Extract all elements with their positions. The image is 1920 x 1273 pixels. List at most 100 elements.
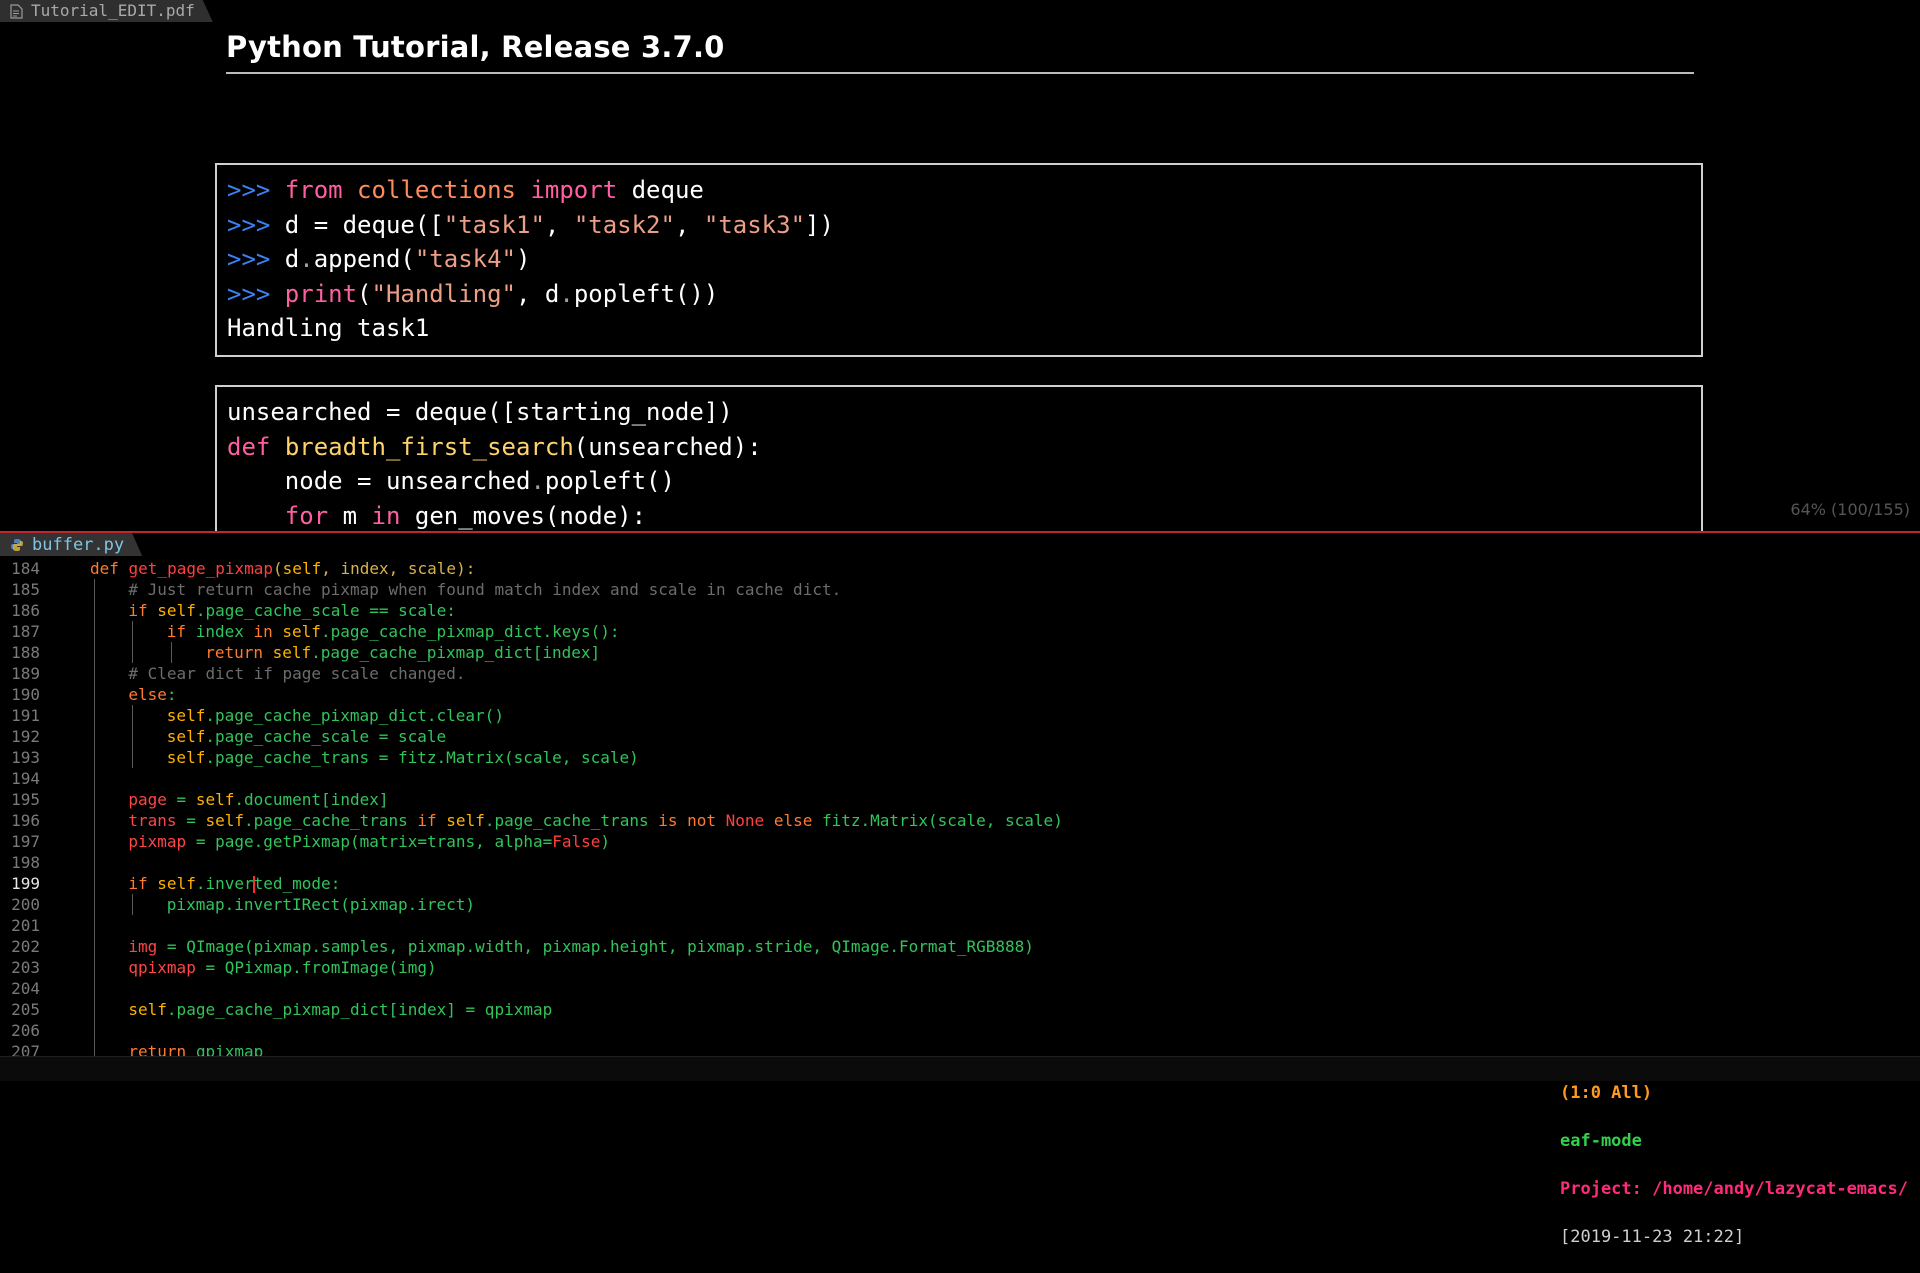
line-number: 188 (11, 643, 40, 662)
editor-line[interactable]: 190 else: (0, 684, 1920, 705)
code-token: self (195, 790, 235, 809)
code-token: = (176, 811, 206, 830)
tab-buffer-py[interactable]: buffer.py (0, 533, 142, 556)
code-line: Handling task1 (227, 311, 1691, 346)
editor-line[interactable]: 202 img = QImage(pixmap.samples, pixmap.w… (0, 936, 1920, 957)
code-token: return (128, 1042, 196, 1056)
code-token: self (128, 1000, 167, 1019)
editor-line[interactable]: 187 if index in self.page_cache_pixmap_di… (0, 621, 1920, 642)
indent-guide (94, 621, 95, 642)
editor-line[interactable]: 199 if self.inverted_mode: (0, 873, 1920, 894)
code-token: ) (600, 832, 611, 851)
code-token: .page_cache_pixmap_dict.clear() (205, 706, 504, 725)
line-text: def get_page_pixmap(self, index, scale): (90, 558, 475, 579)
mode-line: (1:0 All) eaf-mode Project: /home/andy/l… (0, 1056, 1920, 1247)
indent-guide (94, 894, 95, 915)
indent-guide (94, 726, 95, 747)
code-token: if (166, 622, 196, 641)
code-token: .page_cache_pixmap_dict[index] (311, 643, 601, 662)
code-token: , (544, 210, 574, 239)
code-token: ) (516, 245, 531, 273)
line-text: self.page_cache_scale = scale (167, 726, 446, 747)
line-text: self.page_cache_pixmap_dict.clear() (167, 705, 504, 726)
line-number: 204 (11, 979, 40, 998)
document-icon (10, 4, 23, 19)
pdf-viewer-pane[interactable]: Tutorial_EDIT.pdf Python Tutorial, Relea… (0, 0, 1920, 532)
code-token: append( (313, 245, 415, 273)
editor-line[interactable]: 184 def get_page_pixmap(self, index, scal… (0, 558, 1920, 579)
code-token: ( (357, 279, 372, 308)
cursor-position: (1:0 All) (1560, 1083, 1653, 1103)
editor-line[interactable]: 205 self.page_cache_pixmap_dict[index] = … (0, 999, 1920, 1020)
line-number: 197 (11, 832, 40, 851)
code-token: print (284, 279, 358, 308)
code-token: . (559, 279, 574, 308)
indent-guide (132, 747, 134, 768)
indent-guide (132, 705, 134, 726)
editor-line[interactable]: 189 # Clear dict if page scale changed. (0, 663, 1920, 684)
indent-guide (94, 1020, 95, 1041)
code-token: in (253, 622, 283, 641)
editor-line[interactable]: 201 (0, 915, 1920, 936)
line-text: # Just return cache pixmap when found ma… (128, 579, 841, 600)
editor-line[interactable]: 194 (0, 768, 1920, 789)
editor-line[interactable]: 200 pixmap.invertIRect(pixmap.irect) (0, 894, 1920, 915)
code-token: get_page_pixmap (128, 559, 274, 578)
editor-line[interactable]: 195 page = self.document[index] (0, 789, 1920, 810)
line-number: 201 (11, 916, 40, 935)
code-token: = page.getPixmap(matrix=trans, alpha= (186, 832, 553, 851)
indent-guide (94, 936, 95, 957)
line-text: self.page_cache_pixmap_dict[index] = qpi… (128, 999, 552, 1020)
line-text: else: (128, 684, 176, 705)
editor-line[interactable]: 191 self.page_cache_pixmap_dict.clear() (0, 705, 1920, 726)
code-token: self (282, 622, 321, 641)
indent-guide (94, 873, 95, 894)
source-code[interactable]: 184 def get_page_pixmap(self, index, scal… (0, 558, 1920, 1056)
code-line: >>> from collections import deque (227, 173, 1691, 208)
indent-guide (94, 789, 95, 810)
indent-guide (170, 642, 172, 663)
indent-guide (94, 663, 95, 684)
editor-line[interactable]: 207 return qpixmap (0, 1041, 1920, 1056)
code-token: # Just return cache pixmap when found ma… (128, 580, 842, 599)
line-text: if index in self.page_cache_pixmap_dict.… (167, 621, 620, 642)
indent-guide (94, 852, 95, 873)
editor-line[interactable]: 185 # Just return cache pixmap when found… (0, 579, 1920, 600)
indent-guide (94, 831, 95, 852)
code-token: gen_moves(node): (400, 501, 647, 530)
clock: [2019-11-23 21:22] (1560, 1227, 1745, 1247)
editor-line[interactable]: 193 self.page_cache_trans = fitz.Matrix(s… (0, 747, 1920, 768)
editor-line[interactable]: 192 self.page_cache_scale = scale (0, 726, 1920, 747)
editor-line[interactable]: 186 if self.page_cache_scale == scale: (0, 600, 1920, 621)
indent-guide (94, 768, 95, 789)
code-token: index (195, 622, 254, 641)
code-token: unsearched = deque([starting_node]) (227, 398, 733, 426)
tab-pdf[interactable]: Tutorial_EDIT.pdf (0, 0, 213, 22)
tab-pdf-label: Tutorial_EDIT.pdf (31, 1, 195, 20)
code-token: def (227, 432, 271, 461)
line-number: 199 (11, 874, 40, 893)
code-token: deque (617, 176, 704, 204)
code-token: "task3" (703, 210, 806, 239)
indent-guide (94, 684, 95, 705)
editor-line[interactable]: 204 (0, 978, 1920, 999)
major-mode: eaf-mode (1560, 1131, 1642, 1151)
line-number: 191 (11, 706, 40, 725)
editor-line[interactable]: 197 pixmap = page.getPixmap(matrix=trans,… (0, 831, 1920, 852)
line-number: 192 (11, 727, 40, 746)
code-token: self (157, 601, 196, 620)
editor-line[interactable]: 196 trans = self.page_cache_trans if self… (0, 810, 1920, 831)
code-token: self (157, 874, 196, 893)
code-token: = QPixmap.fromImage(img) (195, 958, 437, 977)
line-number: 193 (11, 748, 40, 767)
code-editor-pane[interactable]: buffer.py 184 def get_page_pixmap(self, i… (0, 533, 1920, 1056)
editor-line[interactable]: 206 (0, 1020, 1920, 1041)
editor-line[interactable]: 203 qpixmap = QPixmap.fromImage(img) (0, 957, 1920, 978)
editor-line[interactable]: 188 return self.page_cache_pixmap_dict[in… (0, 642, 1920, 663)
editor-line[interactable]: 198 (0, 852, 1920, 873)
code-token: >>> (227, 279, 285, 308)
line-number: 203 (11, 958, 40, 977)
code-token: self (166, 706, 206, 725)
